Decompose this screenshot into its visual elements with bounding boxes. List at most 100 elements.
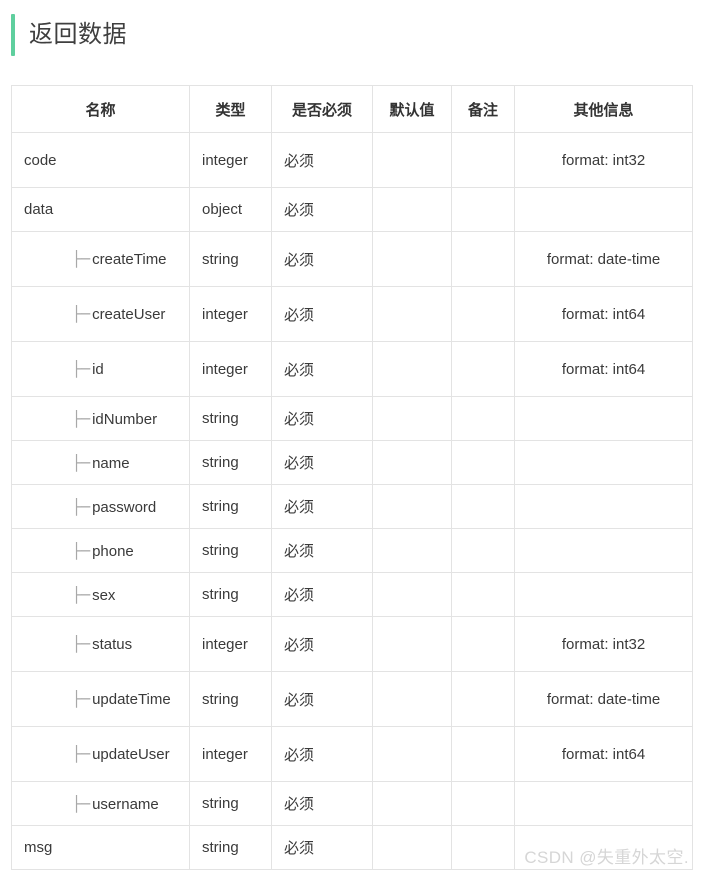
field-name-label: updateTime xyxy=(92,691,171,708)
cell-field-remark xyxy=(451,341,515,397)
tree-branch-icon: ├─ xyxy=(72,541,91,560)
page-title: 返回数据 xyxy=(29,21,127,48)
cell-field-name: ├─ name xyxy=(11,440,190,485)
cell-field-required: 必须 xyxy=(271,616,373,672)
cell-field-default xyxy=(372,781,452,826)
cell-field-other xyxy=(514,572,693,617)
cell-field-remark xyxy=(451,825,515,870)
tree-branch-icon: ├─ xyxy=(72,497,91,516)
column-header-other: 其他信息 xyxy=(514,85,693,133)
field-name-label: idNumber xyxy=(92,410,158,428)
return-data-table: 名称 类型 是否必须 默认值 备注 其他信息 code integer 必须 form… xyxy=(11,85,693,870)
column-header-default: 默认值 xyxy=(372,85,452,133)
field-name-label: password xyxy=(92,498,157,516)
cell-field-required: 必须 xyxy=(271,440,373,485)
table-header-row: 名称 类型 是否必须 默认值 备注 其他信息 xyxy=(11,85,693,133)
cell-field-remark xyxy=(451,286,515,342)
cell-field-required: 必须 xyxy=(271,528,373,573)
cell-field-type: string xyxy=(189,396,272,441)
cell-field-name: ├─ createUser xyxy=(11,286,190,342)
cell-field-other xyxy=(514,187,693,232)
cell-field-default xyxy=(372,572,452,617)
field-name-label: id xyxy=(92,361,104,378)
table-row: ├─ idNumber string 必须 xyxy=(11,396,693,441)
cell-field-type: integer xyxy=(189,726,272,782)
table-row: ├─ status integer 必须 format: int32 xyxy=(11,616,693,672)
field-name-label: updateUser xyxy=(92,746,170,763)
cell-field-other: format: date-time xyxy=(514,671,693,727)
table-row: ├─ sex string 必须 xyxy=(11,572,693,617)
cell-field-other xyxy=(514,440,693,485)
tree-branch-icon: ├─ xyxy=(72,360,91,378)
cell-field-other xyxy=(514,825,693,870)
field-name-label: name xyxy=(92,454,130,472)
cell-field-default xyxy=(372,187,452,232)
cell-field-remark xyxy=(451,671,515,727)
tree-branch-icon: ├─ xyxy=(72,745,91,763)
cell-field-default xyxy=(372,616,452,672)
tree-branch-icon: ├─ xyxy=(72,305,91,323)
cell-field-remark xyxy=(451,726,515,782)
tree-branch-icon: ├─ xyxy=(72,585,91,604)
cell-field-name: ├─ updateUser xyxy=(11,726,190,782)
cell-field-other: format: int32 xyxy=(514,616,693,672)
cell-field-remark xyxy=(451,396,515,441)
cell-field-type: integer xyxy=(189,132,272,188)
cell-field-required: 必须 xyxy=(271,132,373,188)
cell-field-remark xyxy=(451,528,515,573)
cell-field-name: code xyxy=(11,132,190,188)
cell-field-type: string xyxy=(189,484,272,529)
cell-field-default xyxy=(372,484,452,529)
cell-field-name: data xyxy=(11,187,190,232)
field-name-label: msg xyxy=(24,839,53,856)
section-header: 返回数据 xyxy=(11,14,127,56)
table-row: ├─ createTime string 必须 format: date-time xyxy=(11,231,693,287)
cell-field-default xyxy=(372,341,452,397)
cell-field-default xyxy=(372,825,452,870)
tree-branch-icon: ├─ xyxy=(72,250,91,268)
cell-field-remark xyxy=(451,616,515,672)
cell-field-required: 必须 xyxy=(271,187,373,232)
column-header-remark: 备注 xyxy=(451,85,515,133)
table-row: msg string 必须 xyxy=(11,825,693,870)
cell-field-remark xyxy=(451,484,515,529)
cell-field-other xyxy=(514,396,693,441)
cell-field-other xyxy=(514,781,693,826)
table-row: ├─ password string 必须 xyxy=(11,484,693,529)
cell-field-name: ├─ password xyxy=(11,484,190,529)
column-header-name: 名称 xyxy=(11,85,190,133)
cell-field-type: object xyxy=(189,187,272,232)
table-header: 名称 类型 是否必须 默认值 备注 其他信息 xyxy=(11,85,693,133)
field-name-label: createTime xyxy=(92,251,167,268)
cell-field-type: string xyxy=(189,528,272,573)
cell-field-required: 必须 xyxy=(271,572,373,617)
cell-field-name: ├─ username xyxy=(11,781,190,826)
cell-field-other: format: date-time xyxy=(514,231,693,287)
cell-field-remark xyxy=(451,572,515,617)
cell-field-other: format: int32 xyxy=(514,132,693,188)
cell-field-name: msg xyxy=(11,825,190,870)
table-row: data object 必须 xyxy=(11,187,693,232)
cell-field-remark xyxy=(451,187,515,232)
cell-field-required: 必须 xyxy=(271,231,373,287)
field-name-label: data xyxy=(24,201,54,218)
cell-field-default xyxy=(372,132,452,188)
field-name-label: username xyxy=(92,795,159,813)
cell-field-required: 必须 xyxy=(271,396,373,441)
field-name-label: code xyxy=(24,151,57,169)
cell-field-type: string xyxy=(189,671,272,727)
table-row: ├─ name string 必须 xyxy=(11,440,693,485)
cell-field-default xyxy=(372,231,452,287)
tree-branch-icon: ├─ xyxy=(72,794,91,813)
cell-field-other: format: int64 xyxy=(514,286,693,342)
cell-field-type: string xyxy=(189,781,272,826)
tree-branch-icon: ├─ xyxy=(72,409,91,428)
cell-field-type: integer xyxy=(189,616,272,672)
cell-field-default xyxy=(372,528,452,573)
tree-branch-icon: ├─ xyxy=(72,453,91,472)
cell-field-default xyxy=(372,396,452,441)
cell-field-default xyxy=(372,286,452,342)
cell-field-other: format: int64 xyxy=(514,341,693,397)
cell-field-remark xyxy=(451,231,515,287)
table-row: code integer 必须 format: int32 xyxy=(11,132,693,188)
